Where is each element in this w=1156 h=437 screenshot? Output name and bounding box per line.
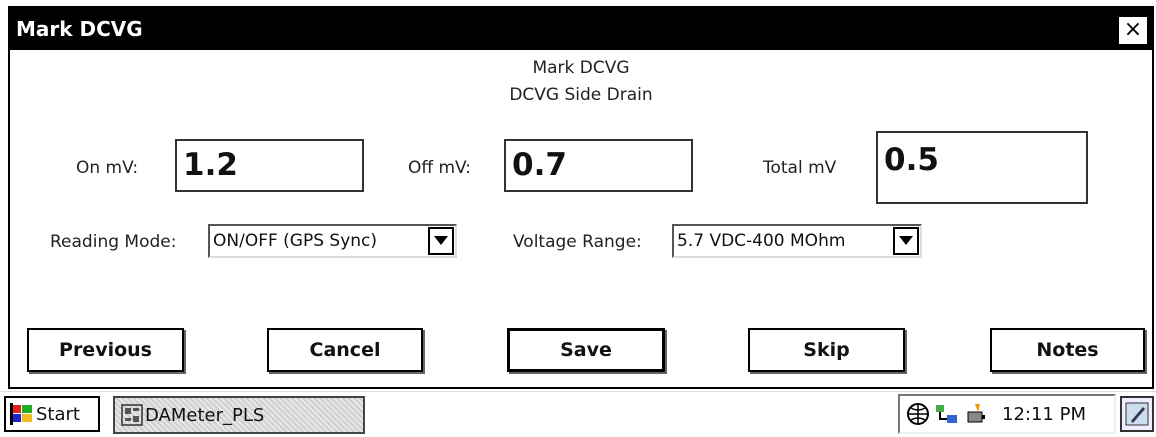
- clock[interactable]: 12:11 PM: [1002, 404, 1086, 425]
- voltage-range-label: Voltage Range:: [513, 232, 642, 252]
- connection-icon[interactable]: [934, 402, 960, 426]
- start-label: Start: [36, 403, 80, 425]
- on-mv-field[interactable]: 1.2: [175, 139, 364, 192]
- voltage-range-dropdown-button[interactable]: [893, 227, 919, 255]
- cancel-button-label: Cancel: [309, 339, 381, 361]
- reading-mode-dropdown-button[interactable]: [428, 227, 454, 255]
- total-mv-value: 0.5: [884, 142, 939, 178]
- total-mv-field[interactable]: 0.5: [876, 131, 1088, 204]
- previous-button[interactable]: Previous: [27, 328, 184, 372]
- start-flag-icon: [10, 403, 34, 425]
- notes-button-label: Notes: [1036, 339, 1099, 361]
- on-mv-label: On mV:: [76, 158, 139, 178]
- total-mv-label: Total mV: [763, 158, 837, 178]
- close-button[interactable]: ×: [1118, 16, 1148, 45]
- header-subtitle: DCVG Side Drain: [509, 85, 653, 105]
- cancel-button[interactable]: Cancel: [267, 328, 423, 372]
- pen-icon: [1125, 402, 1149, 426]
- off-mv-field[interactable]: 0.7: [504, 139, 693, 192]
- dialog-window: Mark DCVG × Mark DCVG DCVG Side Drain On…: [8, 6, 1154, 389]
- skip-button-label: Skip: [803, 339, 850, 361]
- off-mv-value: 0.7: [512, 147, 567, 183]
- save-button-label: Save: [560, 339, 612, 361]
- dropdown-arrow-icon: [434, 236, 448, 245]
- taskbar: Start DAMeter_PLS 12:11 PM: [0, 391, 1156, 437]
- title-bar: Mark DCVG ×: [10, 8, 1152, 50]
- previous-button-label: Previous: [59, 339, 152, 361]
- voltage-range-value: 5.7 VDC-400 MOhm: [677, 231, 846, 251]
- system-tray: 12:11 PM: [898, 394, 1116, 434]
- reading-mode-value: ON/OFF (GPS Sync): [213, 231, 378, 251]
- notes-button[interactable]: Notes: [990, 328, 1145, 372]
- header-title: Mark DCVG: [532, 58, 630, 78]
- voltage-range-select[interactable]: 5.7 VDC-400 MOhm: [672, 224, 922, 258]
- taskbar-app-label: DAMeter_PLS: [145, 404, 265, 426]
- save-button[interactable]: Save: [507, 328, 665, 372]
- network-icon[interactable]: [906, 402, 930, 426]
- reading-mode-select[interactable]: ON/OFF (GPS Sync): [208, 224, 457, 258]
- app-icon: [121, 404, 143, 426]
- skip-button[interactable]: Skip: [748, 328, 905, 372]
- power-icon[interactable]: [964, 402, 988, 426]
- input-panel-button[interactable]: [1120, 396, 1154, 432]
- close-icon: ×: [1123, 17, 1143, 42]
- on-mv-value: 1.2: [183, 147, 238, 183]
- window-title: Mark DCVG: [16, 17, 143, 41]
- reading-mode-label: Reading Mode:: [50, 232, 177, 252]
- start-button[interactable]: Start: [4, 396, 100, 432]
- taskbar-app-button[interactable]: DAMeter_PLS: [113, 396, 365, 434]
- dropdown-arrow-icon: [899, 236, 913, 245]
- off-mv-label: Off mV:: [408, 158, 472, 178]
